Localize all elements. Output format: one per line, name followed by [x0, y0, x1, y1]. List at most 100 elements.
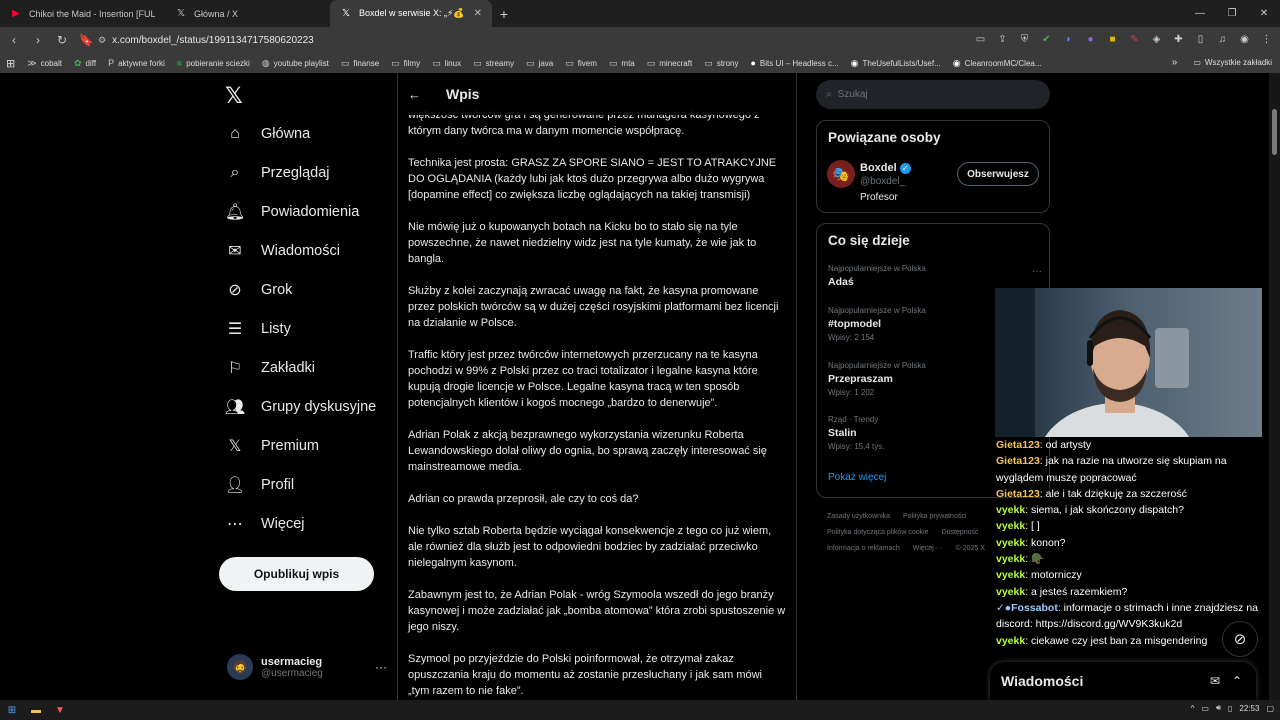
- avatar[interactable]: ◉: [1237, 32, 1252, 47]
- bookmark-item[interactable]: ✿ diff: [74, 58, 96, 69]
- bookmark-item[interactable]: Paktywne forki: [108, 58, 165, 68]
- scrollbar-thumb[interactable]: [1272, 109, 1277, 155]
- bookmark-folder[interactable]: ▭ java: [526, 58, 553, 69]
- browser-tab-bar: ▶ Chikoi the Maid - Insertion [FULL 𝕏 Gł…: [0, 0, 1280, 27]
- bookmark-item[interactable]: ■ pobieranie sciezki: [177, 58, 250, 68]
- more-icon: ⋯: [227, 516, 243, 533]
- minimize-icon[interactable]: —: [1184, 0, 1216, 27]
- bell-icon: 🔔︎: [224, 204, 246, 221]
- browser-icon[interactable]: ▼: [48, 700, 72, 720]
- nav-item-profile[interactable]: 👤︎ Profil: [225, 475, 294, 495]
- bookmark-item[interactable]: ◉ CleanroomMC/Clea...: [953, 58, 1042, 69]
- nav-item-bookmarks[interactable]: ⚐ Zakładki: [225, 358, 315, 378]
- url-field[interactable]: ⚙ x.com/boxdel_/status/19911347175806202…: [90, 30, 1000, 50]
- nav-item-lists[interactable]: ☰ Listy: [225, 319, 291, 339]
- browser-tab-x-home[interactable]: 𝕏 Główna / X: [165, 0, 330, 27]
- bookmark-folder[interactable]: ▭ finanse: [341, 58, 379, 69]
- show-more-link[interactable]: Pokaż więcej: [828, 472, 886, 483]
- browser-tab-active[interactable]: 𝕏 Boxdel w serwisie X: „⚡💰 INFLU ✕: [330, 0, 492, 27]
- nav-item-premium[interactable]: 𝕏 Premium: [225, 436, 319, 456]
- x-logo-icon[interactable]: 𝕏: [225, 83, 243, 109]
- search-input[interactable]: ⌕ Szukaj: [816, 80, 1050, 109]
- apps-icon[interactable]: ⊞: [6, 57, 15, 70]
- search-placeholder: Szukaj: [837, 89, 868, 100]
- bookmark-folder[interactable]: ▭ linux: [432, 58, 461, 69]
- nav-item-communities[interactable]: 👥︎ Grupy dyskusyjne: [225, 397, 376, 417]
- footer-link[interactable]: Informacja o reklamach: [827, 545, 900, 552]
- bookmark-item[interactable]: ◉ TheUsefulLists/Usef...: [851, 58, 941, 69]
- nav-item-home[interactable]: ⌂ Główna: [225, 124, 310, 144]
- following-button[interactable]: Obserwujesz: [957, 162, 1039, 186]
- volume-icon[interactable]: 🔊︎: [1216, 703, 1221, 713]
- chat-text: ale i tak dziękuję za szczerość: [1045, 487, 1187, 500]
- extension-icon[interactable]: ●: [1083, 32, 1098, 47]
- back-icon[interactable]: ‹: [4, 30, 24, 50]
- chevron-up-icon[interactable]: ⌃: [1232, 674, 1242, 688]
- network-icon[interactable]: ▭: [1201, 704, 1209, 713]
- bookmark-folder[interactable]: ▭ streamy: [473, 58, 514, 69]
- post-paragraph: Szymool po przyjeździe do Polski poinfor…: [408, 653, 762, 697]
- nav-item-label: Listy: [261, 321, 291, 337]
- sidebar-icon[interactable]: ▯: [1193, 32, 1208, 47]
- file-explorer-icon[interactable]: ▬: [24, 700, 48, 720]
- footer-link[interactable]: Dostępność: [942, 529, 979, 536]
- footer-link[interactable]: Polityka dotycząca plików cookie: [827, 529, 929, 536]
- bookmark-item[interactable]: ◍ youtube playlist: [262, 58, 329, 69]
- post-button[interactable]: Opublikuj wpis: [219, 557, 374, 591]
- chevron-up-icon[interactable]: ^: [1191, 704, 1195, 713]
- nav-item-explore[interactable]: ⌕ Przeglądaj: [225, 163, 330, 183]
- shield-icon[interactable]: ⛨: [1017, 32, 1032, 47]
- related-name[interactable]: Boxdel ✓: [860, 162, 911, 174]
- windows-start-icon[interactable]: ⊞: [0, 700, 24, 720]
- reload-icon[interactable]: ↻: [52, 30, 72, 50]
- battery-icon[interactable]: ▯: [1228, 704, 1232, 713]
- nav-item-notifications[interactable]: 🔔︎ Powiadomienia: [224, 202, 360, 222]
- more-icon[interactable]: ···: [1032, 266, 1042, 277]
- share-icon[interactable]: ⇪: [995, 32, 1010, 47]
- bookmark-folder[interactable]: ▭ minecraft: [647, 58, 692, 69]
- bookmark-item[interactable]: ● Bits UI – Headless c...: [750, 58, 838, 68]
- close-window-icon[interactable]: ✕: [1248, 0, 1280, 27]
- bookmark-folder[interactable]: ▭ mta: [609, 58, 635, 69]
- trend-item[interactable]: Najpopularniejsze w Polska Adaś ···: [828, 264, 1042, 288]
- nav-item-messages[interactable]: ✉ Wiadomości: [225, 241, 340, 261]
- all-bookmarks-link[interactable]: Wszystkie zakładki: [1205, 58, 1272, 67]
- browser-tab-youtube[interactable]: ▶ Chikoi the Maid - Insertion [FULL: [0, 0, 165, 27]
- extension-icon[interactable]: ■: [1105, 32, 1120, 47]
- nav-item-more[interactable]: ⋯ Więcej: [225, 514, 305, 534]
- back-arrow-icon[interactable]: ←: [408, 87, 428, 102]
- media-icon[interactable]: ♫: [1215, 32, 1230, 47]
- new-message-icon[interactable]: ✉: [1210, 674, 1220, 688]
- chat-message: vyekk: konon?: [996, 536, 1066, 549]
- footer-link[interactable]: Zasady użytkownika: [827, 513, 890, 520]
- account-switcher[interactable]: 🧔 usermacieg @usermacieg ···: [227, 654, 387, 680]
- close-tab-icon[interactable]: ✕: [474, 8, 482, 19]
- page-scrollbar[interactable]: [1269, 73, 1280, 700]
- more-icon[interactable]: ···: [375, 660, 387, 674]
- notifications-icon[interactable]: ▢: [1266, 704, 1274, 713]
- bookmark-folder[interactable]: ▭ strony: [704, 58, 738, 69]
- check-icon[interactable]: ✔: [1039, 32, 1054, 47]
- site-info-icon[interactable]: ⚙: [98, 35, 106, 46]
- messages-drawer[interactable]: Wiadomości ✉ ⌃: [990, 662, 1256, 700]
- grok-icon[interactable]: ⊘: [1222, 621, 1258, 657]
- forward-icon[interactable]: ›: [28, 30, 48, 50]
- bookmark-item[interactable]: ≫ cobalt: [27, 58, 62, 69]
- footer-link[interactable]: Więcej ···: [913, 545, 943, 552]
- bookmark-folder[interactable]: ▭ fivem: [565, 58, 597, 69]
- extension-icon[interactable]: ✎: [1127, 32, 1142, 47]
- nav-item-grok[interactable]: ⊘ Grok: [225, 280, 292, 300]
- avatar[interactable]: 🎭: [827, 160, 855, 188]
- footer-link[interactable]: Polityka prywatności: [903, 513, 966, 520]
- url-text: x.com/boxdel_/status/1991134717580620223: [112, 34, 314, 46]
- bookmark-folder[interactable]: ▭ filmy: [391, 58, 420, 69]
- restore-icon[interactable]: ❐: [1216, 0, 1248, 27]
- puzzle-icon[interactable]: ✚: [1171, 32, 1186, 47]
- menu-icon[interactable]: ⋮: [1259, 32, 1274, 47]
- extension-icon[interactable]: ◗: [1061, 32, 1076, 47]
- new-tab-button[interactable]: +: [492, 0, 516, 27]
- clock[interactable]: 22:53: [1239, 704, 1259, 713]
- screen-icon[interactable]: ▭: [973, 32, 988, 47]
- bookmarks-more-button[interactable]: »: [1172, 57, 1178, 68]
- extension-icon[interactable]: ◈: [1149, 32, 1164, 47]
